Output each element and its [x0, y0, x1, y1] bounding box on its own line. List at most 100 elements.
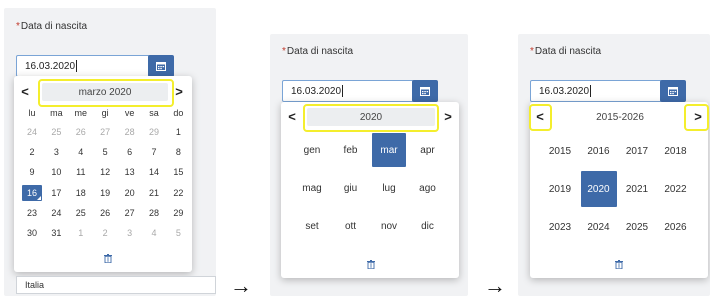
day-cell[interactable]: 9: [22, 164, 42, 180]
day-cell[interactable]: 20: [120, 185, 140, 201]
day-cell[interactable]: 30: [22, 225, 42, 241]
year-cell[interactable]: 2022: [658, 171, 694, 207]
day-cell[interactable]: 26: [95, 205, 115, 221]
month-cell[interactable]: giu: [334, 171, 368, 205]
day-cell[interactable]: 14: [144, 164, 164, 180]
day-cell[interactable]: 4: [71, 144, 91, 160]
day-cell-selected[interactable]: 16: [22, 184, 42, 201]
day-cell[interactable]: 4: [144, 225, 164, 241]
month-cell[interactable]: set: [295, 209, 329, 243]
day-cell[interactable]: 7: [144, 144, 164, 160]
birthdate-input-1[interactable]: 16.03.2020: [16, 55, 150, 77]
day-cell[interactable]: 25: [46, 124, 66, 140]
trash-icon[interactable]: [367, 260, 375, 269]
prev-decade-button[interactable]: <: [533, 109, 547, 125]
day-cell[interactable]: 31: [46, 225, 66, 241]
day-cell[interactable]: 8: [168, 144, 188, 160]
calendar-button-3[interactable]: [660, 80, 686, 102]
birthdate-input-2[interactable]: 16.03.2020: [282, 80, 414, 102]
month-title-button[interactable]: marzo 2020: [42, 83, 168, 101]
year-cell[interactable]: 2015: [542, 133, 578, 169]
country-field[interactable]: Italia: [16, 276, 216, 294]
day-cell[interactable]: 2: [95, 225, 115, 241]
birthdate-label-3: *Data di nascita: [530, 46, 601, 57]
datepicker-months: < 2020 > gen feb mar apr mag giu lug ago set ott n…: [281, 102, 459, 278]
month-cell[interactable]: dic: [411, 209, 445, 243]
year-cell[interactable]: 2023: [542, 209, 578, 245]
birthdate-input-3[interactable]: 16.03.2020: [530, 80, 662, 102]
day-cell[interactable]: 15: [168, 164, 188, 180]
month-cell-selected[interactable]: mar: [372, 133, 406, 167]
label-text: Data di nascita: [534, 46, 602, 57]
country-value: Italia: [25, 280, 45, 290]
year-cell[interactable]: 2025: [619, 209, 655, 245]
calendar-button-1[interactable]: [148, 55, 174, 77]
next-decade-button[interactable]: >: [691, 109, 705, 125]
day-cell[interactable]: 27: [120, 205, 140, 221]
month-cell[interactable]: feb: [334, 133, 368, 167]
month-cell[interactable]: mag: [295, 171, 329, 205]
year-cell[interactable]: 2016: [581, 133, 617, 169]
day-cell[interactable]: 5: [95, 144, 115, 160]
month-cell[interactable]: ott: [334, 209, 368, 243]
month-cell[interactable]: lug: [372, 171, 406, 205]
decade-title: 2015-2026: [556, 108, 684, 126]
month-cell[interactable]: nov: [372, 209, 406, 243]
month-cell[interactable]: ago: [411, 171, 445, 205]
year-cell[interactable]: 2021: [619, 171, 655, 207]
month-cell[interactable]: apr: [411, 133, 445, 167]
day-cell[interactable]: 24: [22, 124, 42, 140]
day-cell[interactable]: 3: [120, 225, 140, 241]
prev-month-button[interactable]: <: [18, 84, 32, 100]
day-cell[interactable]: 17: [46, 185, 66, 201]
day-cell[interactable]: 13: [120, 164, 140, 180]
day-cell[interactable]: 6: [120, 144, 140, 160]
prev-year-button[interactable]: <: [285, 109, 299, 125]
year-cell-selected[interactable]: 2020: [580, 171, 617, 207]
trash-icon[interactable]: [104, 254, 112, 263]
trash-icon[interactable]: [615, 260, 623, 269]
day-cell[interactable]: 21: [144, 185, 164, 201]
day-cell[interactable]: 28: [120, 124, 140, 140]
transition-arrow-1: →: [230, 273, 252, 298]
day-cell[interactable]: 29: [168, 205, 188, 221]
day-cell[interactable]: 24: [46, 205, 66, 221]
datepicker-years: < 2015-2026 > 2015 2016 2017 2018 2019 2020 20…: [530, 102, 708, 278]
weekday-label: ma: [50, 108, 63, 118]
day-cell[interactable]: 2: [22, 144, 42, 160]
day-cell[interactable]: 19: [95, 185, 115, 201]
year-cell[interactable]: 2017: [619, 133, 655, 169]
label-text: Data di nascita: [286, 46, 354, 57]
weekday-label: do: [173, 108, 184, 118]
day-cell[interactable]: 3: [46, 144, 66, 160]
day-cell[interactable]: 22: [168, 185, 188, 201]
label-text: Data di nascita: [20, 21, 88, 32]
day-cell[interactable]: 28: [144, 205, 164, 221]
day-cell[interactable]: 26: [71, 124, 91, 140]
day-cell[interactable]: 1: [168, 124, 188, 140]
year-cell[interactable]: 2019: [542, 171, 578, 207]
month-cell[interactable]: gen: [295, 133, 329, 167]
year-cell[interactable]: 2018: [658, 133, 694, 169]
day-cell[interactable]: 27: [95, 124, 115, 140]
day-cell[interactable]: 23: [22, 205, 42, 221]
day-cell[interactable]: 29: [144, 124, 164, 140]
next-year-button[interactable]: >: [441, 109, 455, 125]
day-cell[interactable]: 1: [71, 225, 91, 241]
calendar-button-2[interactable]: [412, 80, 438, 102]
year-title-button[interactable]: 2020: [307, 108, 435, 126]
day-cell[interactable]: 12: [95, 164, 115, 180]
year-cell[interactable]: 2026: [658, 209, 694, 245]
text-caret: [76, 60, 78, 72]
month-title-text: marzo 2020: [78, 86, 132, 98]
required-marker: *: [16, 21, 20, 32]
text-caret: [590, 85, 592, 97]
day-cell[interactable]: 10: [46, 164, 66, 180]
text-caret: [342, 85, 344, 97]
day-cell[interactable]: 11: [71, 164, 91, 180]
day-cell[interactable]: 5: [168, 225, 188, 241]
day-cell[interactable]: 18: [71, 185, 91, 201]
next-month-button[interactable]: >: [172, 84, 186, 100]
day-cell[interactable]: 25: [71, 205, 91, 221]
year-cell[interactable]: 2024: [581, 209, 617, 245]
